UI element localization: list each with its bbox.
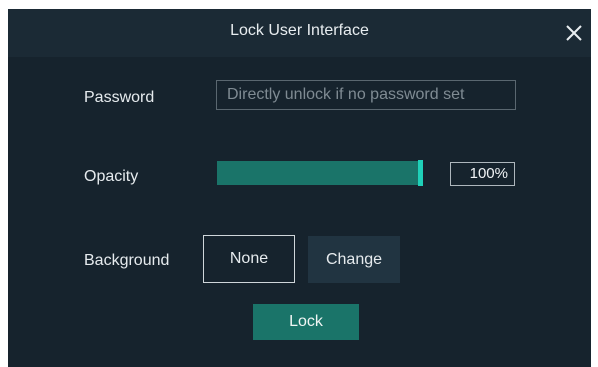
- lock-button[interactable]: Lock: [253, 304, 359, 340]
- dialog-title: Lock User Interface: [230, 22, 369, 39]
- lock-ui-dialog: Lock User Interface Password Opacity 100…: [8, 9, 591, 367]
- background-none-button[interactable]: None: [203, 235, 295, 283]
- close-icon: [566, 25, 582, 41]
- close-button[interactable]: [561, 20, 587, 46]
- background-label: Background: [84, 252, 170, 269]
- dialog-titlebar: Lock User Interface: [8, 9, 591, 57]
- opacity-slider-fill: [217, 161, 423, 185]
- opacity-slider-handle[interactable]: [418, 160, 423, 186]
- opacity-label: Opacity: [84, 168, 139, 185]
- password-label: Password: [84, 89, 155, 106]
- opacity-value-field[interactable]: 100%: [450, 162, 515, 186]
- background-change-button[interactable]: Change: [308, 236, 400, 283]
- opacity-slider[interactable]: [217, 160, 423, 186]
- password-input[interactable]: [216, 80, 516, 110]
